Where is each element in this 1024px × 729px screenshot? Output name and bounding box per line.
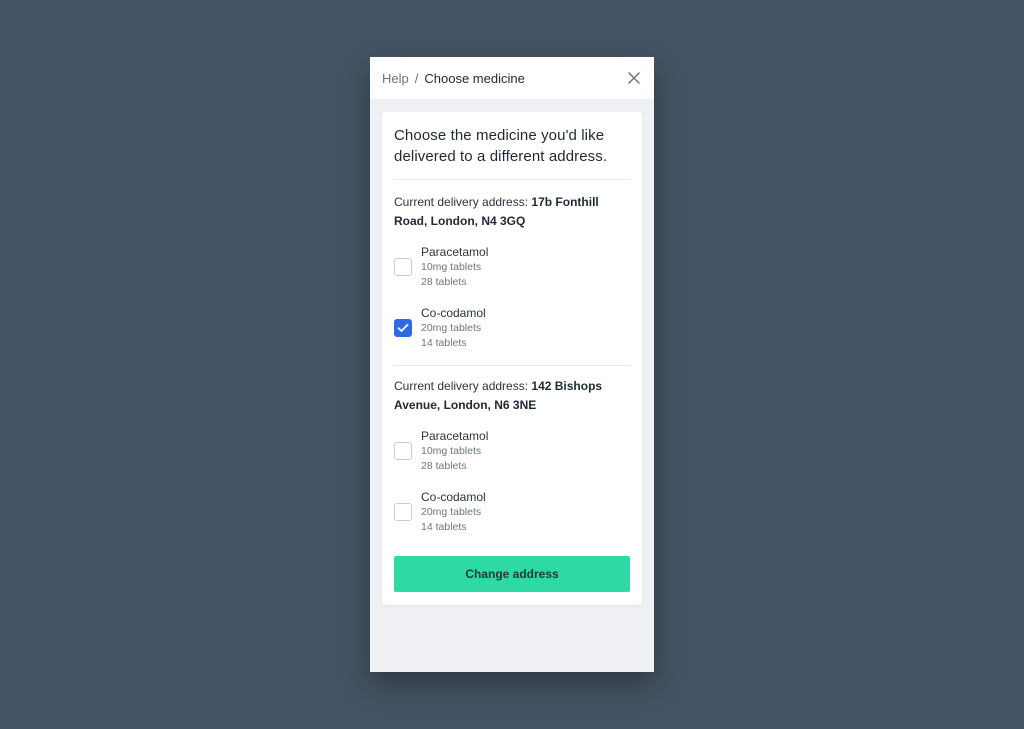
- list-item[interactable]: Co-codamol 20mg tablets 14 tablets: [394, 486, 630, 538]
- breadcrumb-current: Choose medicine: [424, 70, 525, 86]
- delivery-address-2: Current delivery address: 142 Bishops Av…: [394, 377, 630, 414]
- checkbox[interactable]: [394, 258, 412, 276]
- medicine-quantity: 28 tablets: [421, 276, 467, 288]
- checkbox[interactable]: [394, 442, 412, 460]
- list-item[interactable]: Paracetamol 10mg tablets 28 tablets: [394, 425, 630, 477]
- medicine-strength: 10mg tablets: [421, 261, 482, 273]
- address-label: Current delivery address:: [394, 195, 529, 209]
- medicine-strength: 20mg tablets: [421, 322, 482, 334]
- medicine-quantity: 14 tablets: [421, 521, 467, 533]
- medicine-quantity: 28 tablets: [421, 460, 467, 472]
- medicine-card: Choose the medicine you'd like delivered…: [382, 112, 642, 605]
- close-button[interactable]: [626, 70, 642, 86]
- breadcrumb-separator: /: [414, 70, 419, 86]
- change-address-button[interactable]: Change address: [394, 556, 630, 592]
- close-icon: [628, 72, 640, 84]
- medicine-name: Co-codamol: [421, 490, 486, 504]
- medicine-name: Paracetamol: [421, 245, 489, 259]
- checkbox[interactable]: [394, 503, 412, 521]
- medicine-strength: 20mg tablets: [421, 506, 482, 518]
- top-bar: Help / Choose medicine: [370, 57, 654, 99]
- medicine-name: Paracetamol: [421, 429, 489, 443]
- medicine-strength: 10mg tablets: [421, 445, 482, 457]
- page-title: Choose the medicine you'd like delivered…: [394, 127, 608, 165]
- checkmark-icon: [397, 323, 409, 332]
- medicine-quantity: 14 tablets: [421, 337, 467, 349]
- breadcrumb-help-link[interactable]: Help: [382, 71, 409, 86]
- divider: [394, 365, 630, 366]
- delivery-address-1: Current delivery address: 17b Fonthill R…: [394, 193, 630, 230]
- list-item[interactable]: Co-codamol 20mg tablets 14 tablets: [394, 302, 630, 354]
- address-label: Current delivery address:: [394, 379, 529, 393]
- divider: [394, 179, 630, 180]
- checkbox-checked[interactable]: [394, 319, 412, 337]
- list-item[interactable]: Paracetamol 10mg tablets 28 tablets: [394, 241, 630, 293]
- choose-medicine-panel: Help / Choose medicine Choose the medici…: [370, 57, 654, 672]
- medicine-name: Co-codamol: [421, 306, 486, 320]
